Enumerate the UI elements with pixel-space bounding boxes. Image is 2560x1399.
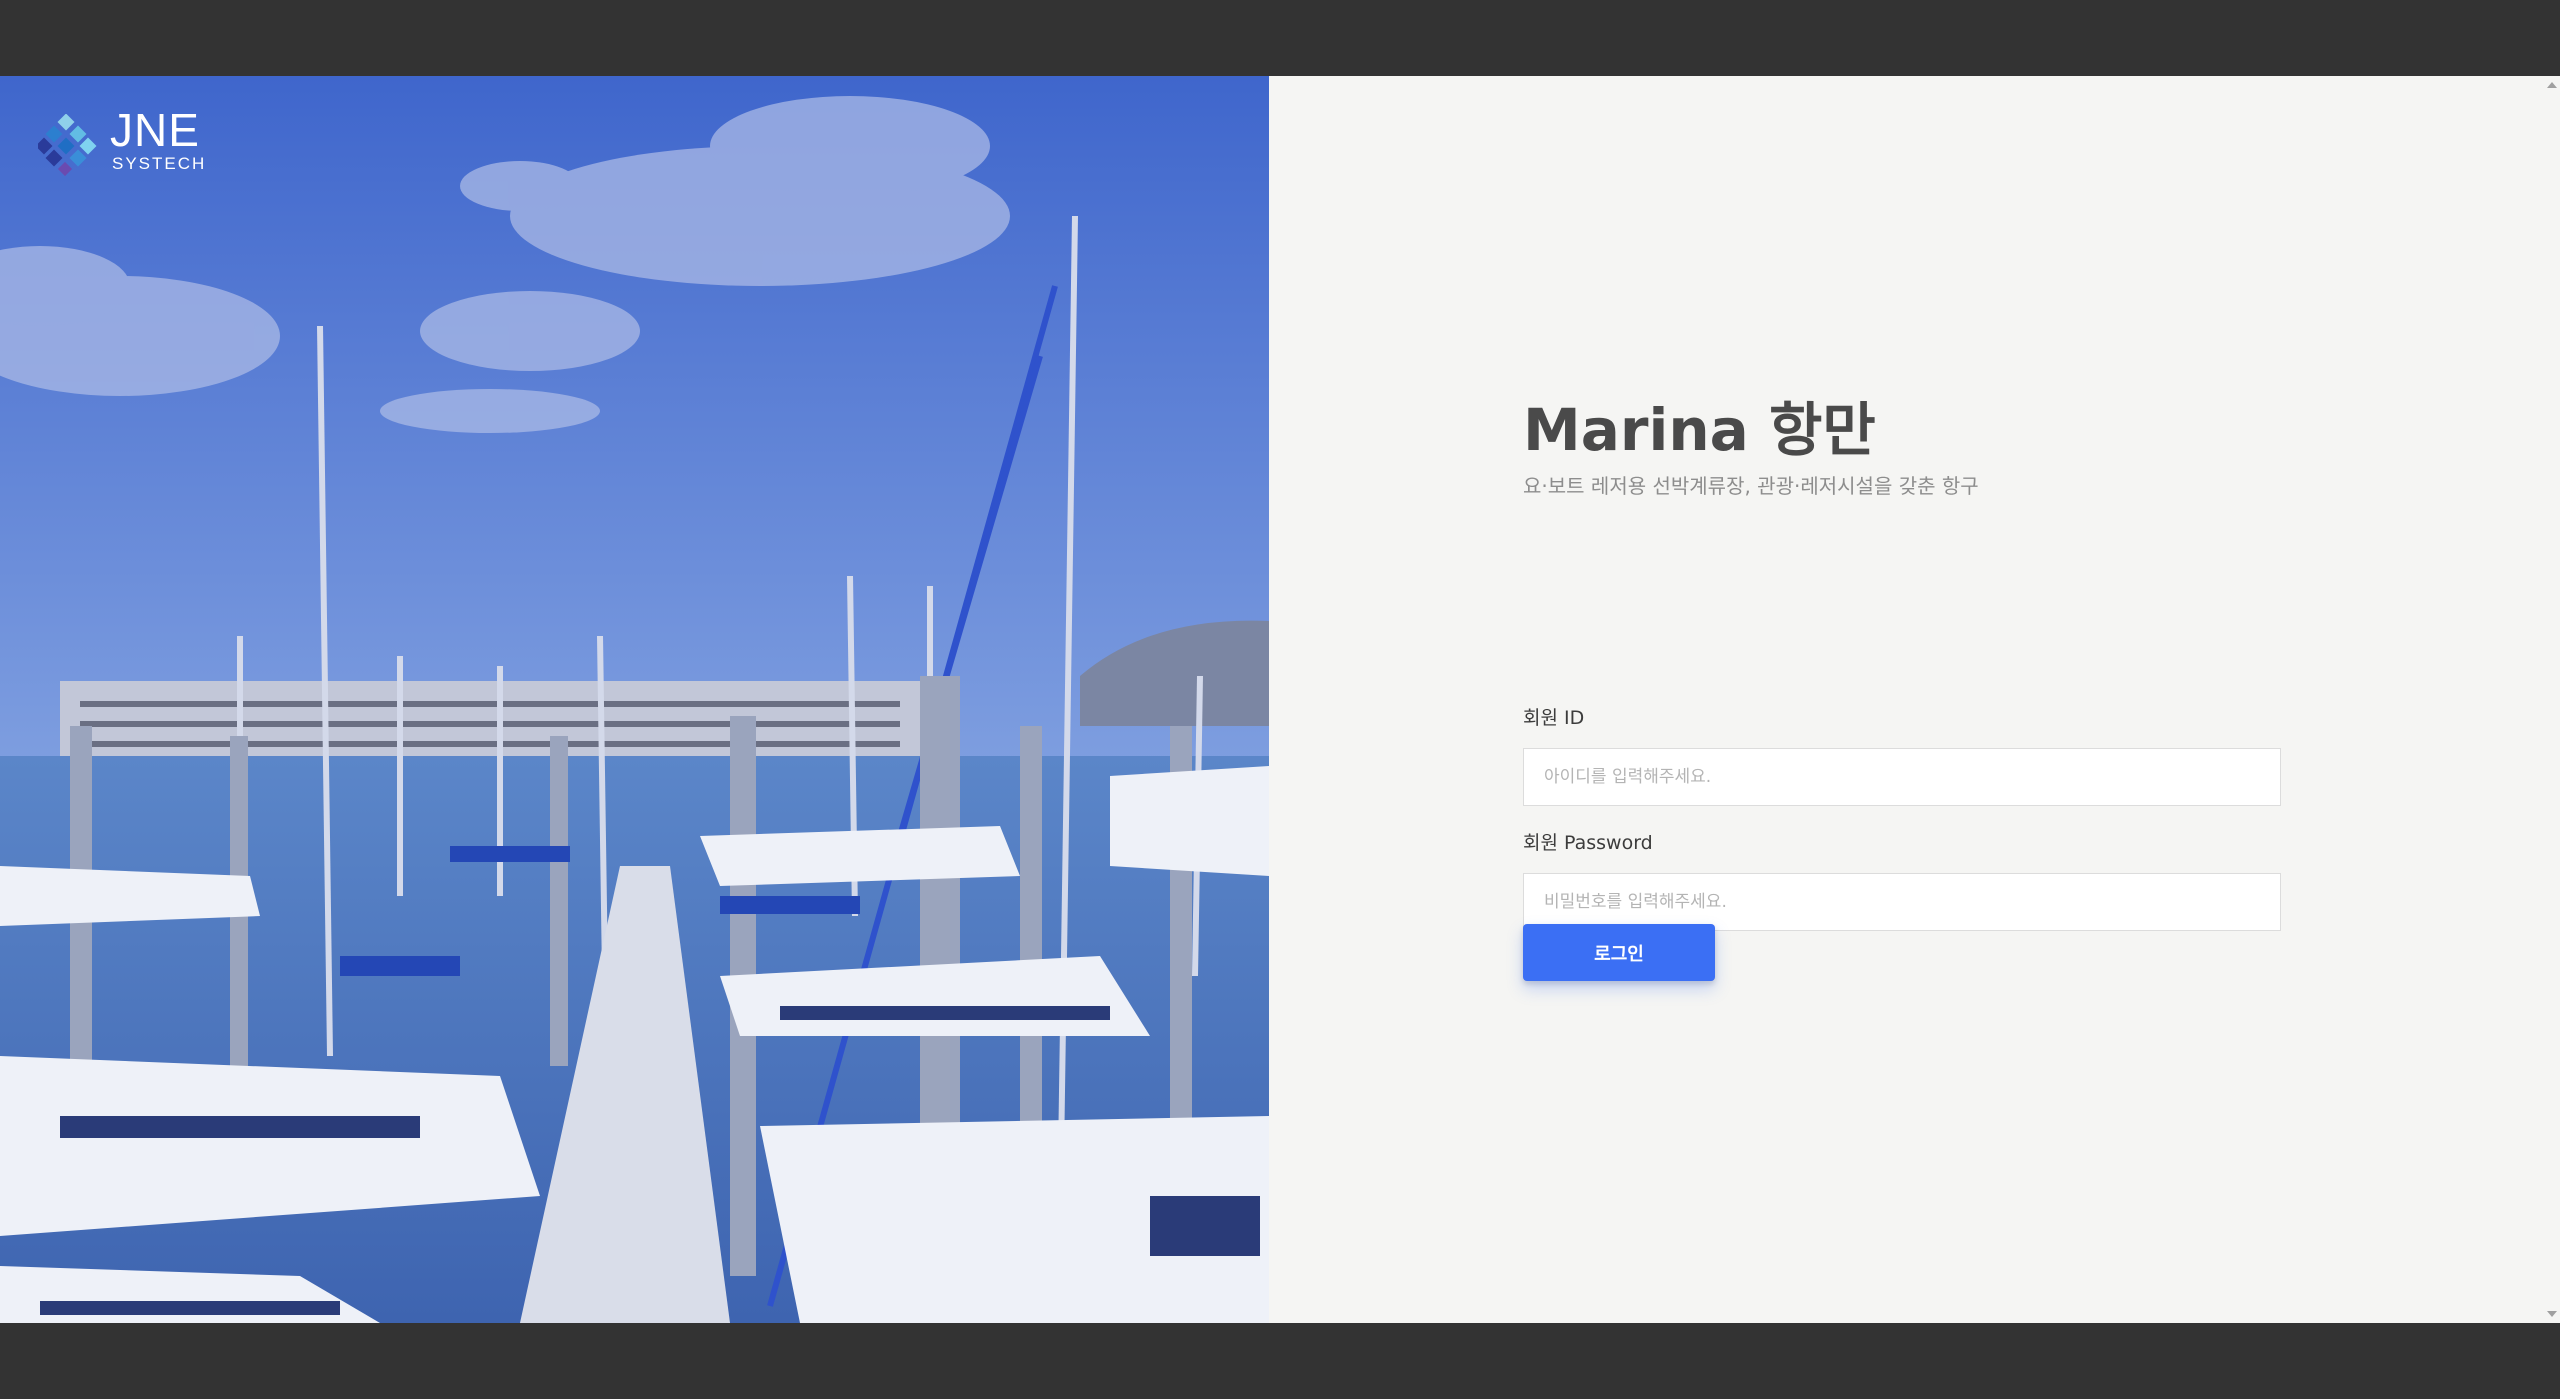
login-button[interactable]: 로그인 [1523,924,1715,981]
page-title: Marina 항만 [1523,396,1876,464]
scroll-down-arrow-icon[interactable] [2547,1311,2557,1317]
jne-systech-logo[interactable]: JNE SYSTECH [38,106,218,176]
page-subtitle: 요·보트 레저용 선박계류장, 관광·레저시설을 갖춘 항구 [1523,474,1979,498]
member-id-label: 회원 ID [1523,707,1585,729]
browser-viewport: JNE SYSTECH Marina 항만 요·보트 레저용 선박계류장, 관광… [0,76,2560,1323]
scroll-up-arrow-icon[interactable] [2547,82,2557,88]
logo-text-main: JNE [110,104,200,156]
hero-image: JNE SYSTECH [0,76,1269,1323]
vertical-scrollbar[interactable] [2544,76,2560,1323]
member-id-input[interactable] [1523,748,2281,806]
member-password-input[interactable] [1523,873,2281,931]
login-panel: Marina 항만 요·보트 레저용 선박계류장, 관광·레저시설을 갖춘 항구… [1269,76,2560,1323]
logo-text-sub: SYSTECH [112,154,207,173]
member-password-label: 회원 Password [1523,832,1653,854]
marina-illustration [0,76,1269,1323]
logo-mark-icon [38,114,97,176]
